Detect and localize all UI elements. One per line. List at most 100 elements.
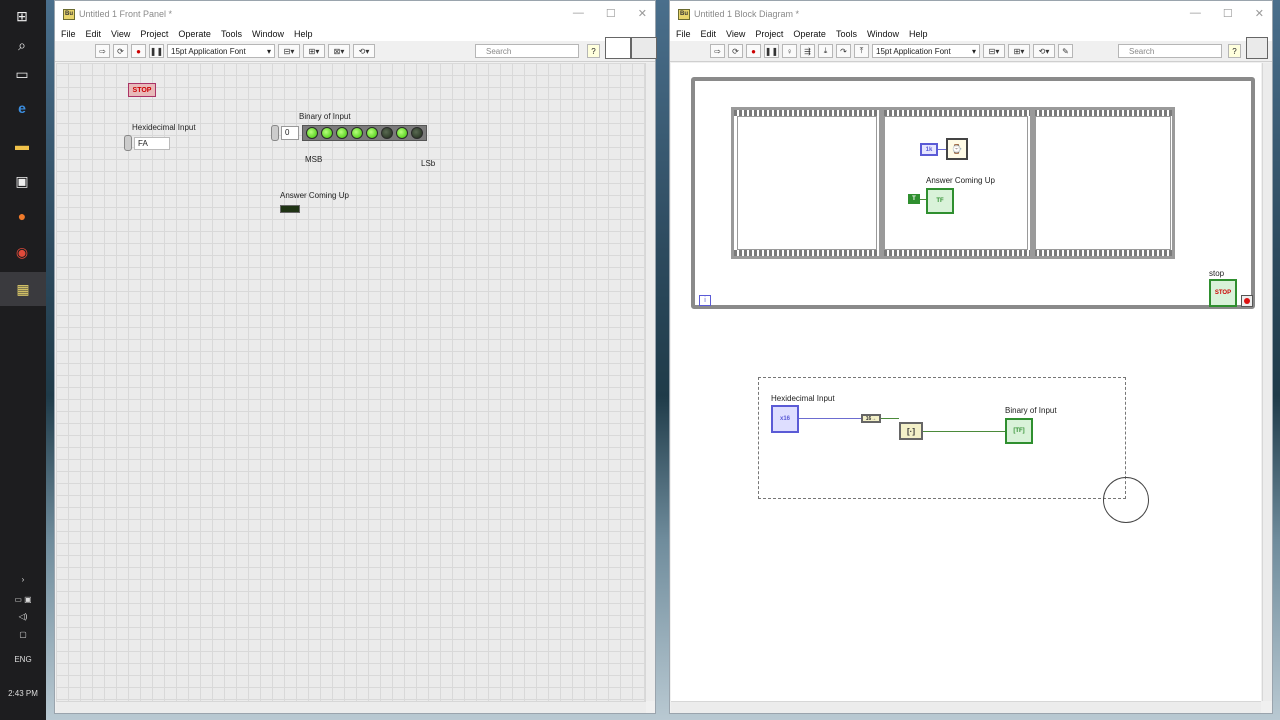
hex-terminal-label: Hexidecimal Input <box>771 394 835 403</box>
menu-help[interactable]: Help <box>294 29 313 39</box>
binary-output-terminal[interactable]: [TF] <box>1005 418 1033 444</box>
abort-icon[interactable]: ● <box>746 44 761 58</box>
language-indicator[interactable]: ENG <box>0 655 46 664</box>
chevron-down-icon: ▾ <box>266 46 271 56</box>
tray-icons[interactable]: ▭ ▣ <box>0 595 46 604</box>
led-bit-7 <box>411 127 423 139</box>
wait-constant[interactable]: 1k <box>920 143 938 156</box>
menu-project[interactable]: Project <box>140 29 168 39</box>
step-out-icon[interactable]: ⤒ <box>854 44 869 58</box>
block-diagram-canvas[interactable]: 1k ⌚ Answer Coming Up T TF i stop STOP H… <box>671 63 1261 701</box>
retain-wire-values-icon[interactable]: ⇶ <box>800 44 815 58</box>
menu-view[interactable]: View <box>111 29 130 39</box>
horizontal-scrollbar[interactable] <box>671 701 1261 713</box>
menu-window[interactable]: Window <box>252 29 284 39</box>
horizontal-scrollbar[interactable] <box>56 701 646 713</box>
vi-icon[interactable] <box>1246 37 1268 59</box>
menubar: File Edit View Project Operate Tools Win… <box>670 27 1272 41</box>
reorder-icon[interactable]: ⟲▾ <box>353 44 375 58</box>
hex-spinner[interactable] <box>124 135 132 151</box>
pause-icon[interactable]: ❚❚ <box>764 44 779 58</box>
show-hidden-icons[interactable]: › <box>0 575 46 584</box>
chrome-icon[interactable]: ◉ <box>11 241 33 263</box>
menu-help[interactable]: Help <box>909 29 928 39</box>
menu-operate[interactable]: Operate <box>793 29 826 39</box>
font-dropdown[interactable]: 15pt Application Font ▾ <box>167 44 275 58</box>
distribute-icon[interactable]: ⊞▾ <box>303 44 325 58</box>
clean-up-icon[interactable]: ✎ <box>1058 44 1073 58</box>
step-into-icon[interactable]: ⤓ <box>818 44 833 58</box>
binary-terminal-label: Binary of Input <box>1005 406 1057 415</box>
array-index[interactable]: 0 <box>281 126 299 140</box>
close-icon[interactable]: ✕ <box>638 7 647 20</box>
stop-button-terminal[interactable]: STOP <box>1209 279 1237 307</box>
step-over-icon[interactable]: ↷ <box>836 44 851 58</box>
abort-icon[interactable]: ● <box>131 44 146 58</box>
answer-indicator[interactable] <box>280 205 300 213</box>
maximize-icon[interactable]: ☐ <box>606 7 616 20</box>
menu-file[interactable]: File <box>61 29 76 39</box>
menu-tools[interactable]: Tools <box>221 29 242 39</box>
menu-tools[interactable]: Tools <box>836 29 857 39</box>
menu-operate[interactable]: Operate <box>178 29 211 39</box>
window-title: Untitled 1 Front Panel * <box>79 9 173 19</box>
task-view-icon[interactable]: ▭ <box>11 63 33 85</box>
action-center-icon[interactable]: ▢ <box>0 630 46 639</box>
sequence-frame-1[interactable] <box>737 116 877 250</box>
font-dropdown[interactable]: 15pt Application Font ▾ <box>872 44 980 58</box>
sequence-frame-3[interactable] <box>1035 116 1171 250</box>
minimize-icon[interactable]: — <box>573 7 584 20</box>
true-constant[interactable]: T <box>908 194 920 204</box>
wait-ms-icon[interactable]: ⌚ <box>946 138 968 160</box>
highlight-execution-icon[interactable]: ♀ <box>782 44 797 58</box>
windows-start-icon[interactable]: ⊞ <box>11 5 33 27</box>
stop-button[interactable]: STOP <box>128 83 156 97</box>
help-icon[interactable]: ? <box>587 44 600 58</box>
align-icon[interactable]: ⊟▾ <box>983 44 1005 58</box>
labview-icon[interactable]: ▦ <box>0 272 46 306</box>
search-input[interactable]: Search <box>475 44 579 58</box>
maximize-icon[interactable]: ☐ <box>1223 7 1233 20</box>
convert-icon[interactable]: 16→ <box>861 414 881 423</box>
menu-edit[interactable]: Edit <box>701 29 717 39</box>
search-icon[interactable]: ⌕ <box>11 34 33 56</box>
front-panel-canvas[interactable]: STOP Hexidecimal Input FA Binary of Inpu… <box>56 63 646 701</box>
file-explorer-icon[interactable]: ▬ <box>11 134 33 156</box>
store-icon[interactable]: ▣ <box>11 170 33 192</box>
edge-icon[interactable]: e <box>11 97 33 119</box>
reorder-icon[interactable]: ⟲▾ <box>1033 44 1055 58</box>
search-input[interactable]: Search <box>1118 44 1222 58</box>
firefox-icon[interactable]: ● <box>11 205 33 227</box>
iteration-terminal[interactable]: i <box>699 295 711 306</box>
flat-sequence-structure[interactable]: 1k ⌚ Answer Coming Up T TF <box>731 107 1175 259</box>
menu-window[interactable]: Window <box>867 29 899 39</box>
run-icon[interactable]: ⇨ <box>95 44 110 58</box>
minimize-icon[interactable]: — <box>1190 7 1201 20</box>
align-icon[interactable]: ⊟▾ <box>278 44 300 58</box>
hex-input-field[interactable]: FA <box>134 136 170 150</box>
number-to-boolean-array-icon[interactable]: [·] <box>899 422 923 440</box>
vertical-scrollbar[interactable] <box>645 63 655 701</box>
vertical-scrollbar[interactable] <box>1262 63 1272 701</box>
menu-project[interactable]: Project <box>755 29 783 39</box>
help-icon[interactable]: ? <box>1228 44 1241 58</box>
pause-icon[interactable]: ❚❚ <box>149 44 164 58</box>
menu-file[interactable]: File <box>676 29 691 39</box>
run-icon[interactable]: ⇨ <box>710 44 725 58</box>
menu-edit[interactable]: Edit <box>86 29 102 39</box>
distribute-icon[interactable]: ⊞▾ <box>1008 44 1030 58</box>
run-continuously-icon[interactable]: ⟳ <box>113 44 128 58</box>
vi-icon[interactable] <box>631 37 657 59</box>
volume-icon[interactable]: ◁) <box>0 612 46 621</box>
hex-input-terminal[interactable]: x16 <box>771 405 799 433</box>
answer-indicator-terminal[interactable]: TF <box>926 188 954 214</box>
resize-icon[interactable]: ⊠▾ <box>328 44 350 58</box>
connector-pane-icon[interactable] <box>605 37 631 59</box>
array-index-spinner[interactable] <box>271 125 279 141</box>
menu-view[interactable]: View <box>726 29 745 39</box>
clock[interactable]: 2:43 PM <box>0 689 46 698</box>
run-continuously-icon[interactable]: ⟳ <box>728 44 743 58</box>
while-loop[interactable]: 1k ⌚ Answer Coming Up T TF i stop STOP <box>691 77 1255 309</box>
loop-condition-icon[interactable] <box>1241 295 1253 307</box>
close-icon[interactable]: ✕ <box>1255 7 1264 20</box>
